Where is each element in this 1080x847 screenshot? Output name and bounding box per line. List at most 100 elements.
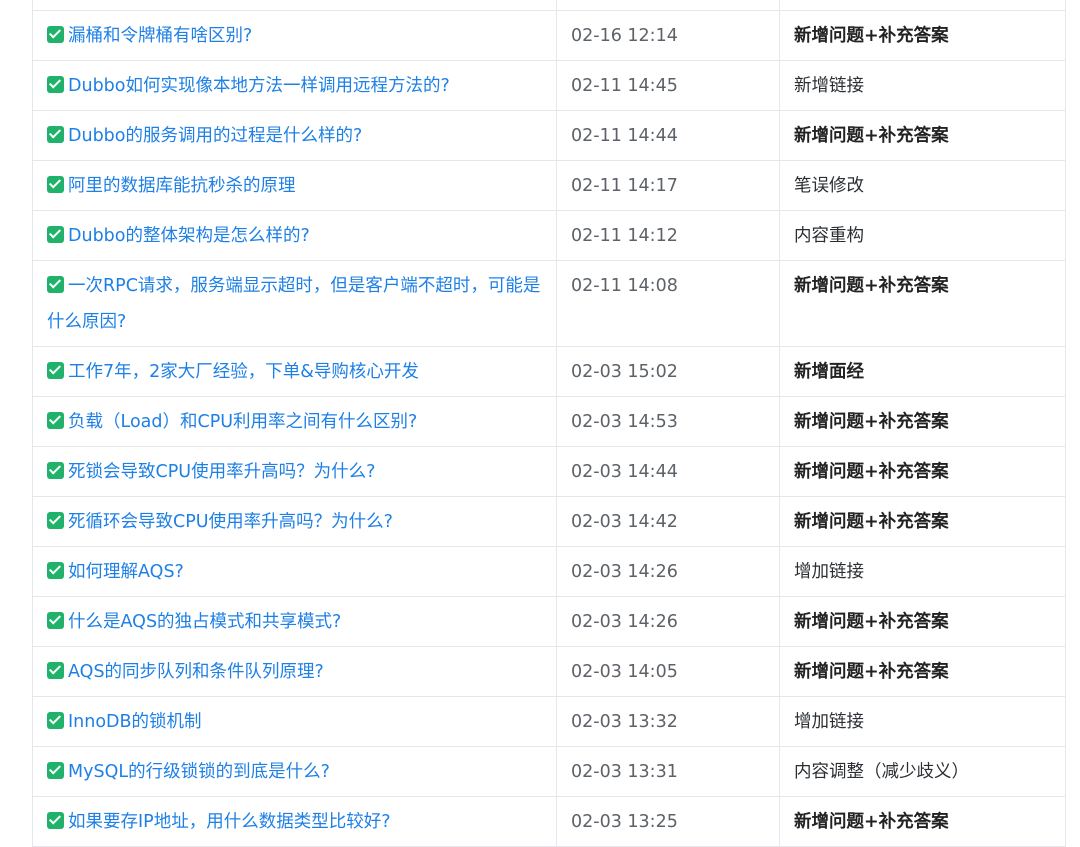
update-description: 笔误修改	[779, 160, 1066, 211]
table-row: InnoDB的锁机制 02-03 13:32 增加链接	[32, 696, 1066, 747]
update-description: 增加链接	[779, 696, 1066, 747]
update-time: 02-03 14:44	[556, 446, 780, 497]
question-link[interactable]: 什么是AQS的独占模式和共享模式?	[68, 612, 341, 632]
question-link[interactable]: 阿里的数据库能抗秒杀的原理	[68, 176, 296, 196]
update-description: 新增面经	[779, 346, 1066, 397]
table-row: 如果要存IP地址，用什么数据类型比较好? 02-03 13:25 新增问题+补充答案	[32, 796, 1066, 847]
update-time: 02-03 14:53	[556, 396, 780, 447]
table-row: Dubbo的整体架构是怎么样的? 02-11 14:12 内容重构	[32, 210, 1066, 261]
checkmark-icon	[47, 176, 64, 193]
question-cell: Dubbo的整体架构是怎么样的?	[32, 210, 557, 261]
question-link[interactable]: Dubbo如何实现像本地方法一样调用远程方法的?	[68, 76, 450, 96]
update-description: 新增问题+补充答案	[779, 110, 1066, 161]
update-time: 02-03 14:26	[556, 546, 780, 597]
update-time: 02-11 14:17	[556, 160, 780, 211]
table-row: 如何理解AQS? 02-03 14:26 增加链接	[32, 546, 1066, 597]
question-link[interactable]: 一次RPC请求，服务端显示超时，但是客户端不超时，可能是什么原因?	[47, 276, 540, 332]
update-time: 02-11 14:44	[556, 110, 780, 161]
update-description: 新增问题+补充答案	[779, 496, 1066, 547]
update-description: 内容重构	[779, 210, 1066, 261]
question-link[interactable]: 死循环会导致CPU使用率升高吗？为什么?	[68, 512, 393, 532]
checkmark-icon	[47, 462, 64, 479]
checkmark-icon	[47, 812, 64, 829]
update-description: 新增链接	[779, 60, 1066, 111]
update-time: 02-11 14:12	[556, 210, 780, 261]
checkmark-icon	[47, 762, 64, 779]
question-cell: 工作7年，2家大厂经验，下单&导购核心开发	[32, 346, 557, 397]
question-cell: 一次RPC请求，服务端显示超时，但是客户端不超时，可能是什么原因?	[32, 260, 557, 347]
question-link[interactable]: InnoDB的锁机制	[68, 712, 202, 732]
update-description: 新增问题+补充答案	[779, 396, 1066, 447]
update-time: 02-03 13:32	[556, 696, 780, 747]
update-time: 02-03 14:05	[556, 646, 780, 697]
question-cell: 如果要存IP地址，用什么数据类型比较好?	[32, 796, 557, 847]
question-cell: 什么是AQS的独占模式和共享模式?	[32, 596, 557, 647]
update-time: 02-03 15:02	[556, 346, 780, 397]
update-time: 02-03 13:31	[556, 746, 780, 797]
question-link[interactable]: 漏桶和令牌桶有啥区别?	[68, 26, 252, 46]
update-log-body: 漏桶和令牌桶有啥区别? 02-16 12:14 新增问题+补充答案 Dubbo如何实现…	[32, 0, 1066, 847]
table-cell-empty	[779, 0, 1066, 11]
checkmark-icon	[47, 512, 64, 529]
update-time: 02-16 12:14	[556, 10, 780, 61]
update-description: 新增问题+补充答案	[779, 10, 1066, 61]
question-cell: InnoDB的锁机制	[32, 696, 557, 747]
table-row: 死循环会导致CPU使用率升高吗？为什么? 02-03 14:42 新增问题+补充答案	[32, 496, 1066, 547]
question-cell: Dubbo的服务调用的过程是什么样的?	[32, 110, 557, 161]
checkmark-icon	[47, 226, 64, 243]
checkmark-icon	[47, 412, 64, 429]
question-link[interactable]: MySQL的行级锁锁的到底是什么?	[68, 762, 330, 782]
update-description: 新增问题+补充答案	[779, 446, 1066, 497]
update-description: 新增问题+补充答案	[779, 260, 1066, 347]
checkmark-icon	[47, 712, 64, 729]
question-cell: 如何理解AQS?	[32, 546, 557, 597]
checkmark-icon	[47, 612, 64, 629]
checkmark-icon	[47, 126, 64, 143]
update-description: 新增问题+补充答案	[779, 596, 1066, 647]
checkmark-icon	[47, 662, 64, 679]
update-time: 02-11 14:08	[556, 260, 780, 347]
question-cell: 漏桶和令牌桶有啥区别?	[32, 10, 557, 61]
question-cell: Dubbo如何实现像本地方法一样调用远程方法的?	[32, 60, 557, 111]
table-row-partial	[32, 0, 1066, 11]
update-log-table: 漏桶和令牌桶有啥区别? 02-16 12:14 新增问题+补充答案 Dubbo如何实现…	[32, 0, 1066, 847]
update-description: 新增问题+补充答案	[779, 646, 1066, 697]
update-time: 02-03 13:25	[556, 796, 780, 847]
table-row: 漏桶和令牌桶有啥区别? 02-16 12:14 新增问题+补充答案	[32, 10, 1066, 61]
question-cell: 死锁会导致CPU使用率升高吗？为什么?	[32, 446, 557, 497]
question-link[interactable]: Dubbo的服务调用的过程是什么样的?	[68, 126, 362, 146]
update-description: 增加链接	[779, 546, 1066, 597]
table-cell-empty	[32, 0, 557, 11]
table-row: 一次RPC请求，服务端显示超时，但是客户端不超时，可能是什么原因? 02-11 1…	[32, 260, 1066, 347]
question-link[interactable]: 死锁会导致CPU使用率升高吗？为什么?	[68, 462, 375, 482]
checkmark-icon	[47, 362, 64, 379]
question-link[interactable]: AQS的同步队列和条件队列原理?	[68, 662, 324, 682]
update-time: 02-11 14:45	[556, 60, 780, 111]
table-row: MySQL的行级锁锁的到底是什么? 02-03 13:31 内容调整（减少歧义）	[32, 746, 1066, 797]
question-link[interactable]: 如果要存IP地址，用什么数据类型比较好?	[68, 812, 391, 832]
table-row: 死锁会导致CPU使用率升高吗？为什么? 02-03 14:44 新增问题+补充答案	[32, 446, 1066, 497]
question-cell: 阿里的数据库能抗秒杀的原理	[32, 160, 557, 211]
question-link[interactable]: Dubbo的整体架构是怎么样的?	[68, 226, 310, 246]
table-row: Dubbo如何实现像本地方法一样调用远程方法的? 02-11 14:45 新增链接	[32, 60, 1066, 111]
question-cell: AQS的同步队列和条件队列原理?	[32, 646, 557, 697]
checkmark-icon	[47, 562, 64, 579]
checkmark-icon	[47, 276, 64, 293]
update-time: 02-03 14:42	[556, 496, 780, 547]
table-row: Dubbo的服务调用的过程是什么样的? 02-11 14:44 新增问题+补充答案	[32, 110, 1066, 161]
update-description: 内容调整（减少歧义）	[779, 746, 1066, 797]
table-row: AQS的同步队列和条件队列原理? 02-03 14:05 新增问题+补充答案	[32, 646, 1066, 697]
checkmark-icon	[47, 26, 64, 43]
question-cell: MySQL的行级锁锁的到底是什么?	[32, 746, 557, 797]
question-link[interactable]: 工作7年，2家大厂经验，下单&导购核心开发	[68, 362, 419, 382]
table-row: 工作7年，2家大厂经验，下单&导购核心开发 02-03 15:02 新增面经	[32, 346, 1066, 397]
table-row: 什么是AQS的独占模式和共享模式? 02-03 14:26 新增问题+补充答案	[32, 596, 1066, 647]
question-link[interactable]: 如何理解AQS?	[68, 562, 184, 582]
question-link[interactable]: 负载（Load）和CPU利用率之间有什么区别?	[68, 412, 417, 432]
table-row: 阿里的数据库能抗秒杀的原理 02-11 14:17 笔误修改	[32, 160, 1066, 211]
update-time: 02-03 14:26	[556, 596, 780, 647]
checkmark-icon	[47, 76, 64, 93]
table-cell-empty	[556, 0, 780, 11]
table-row: 负载（Load）和CPU利用率之间有什么区别? 02-03 14:53 新增问题+补…	[32, 396, 1066, 447]
question-cell: 负载（Load）和CPU利用率之间有什么区别?	[32, 396, 557, 447]
